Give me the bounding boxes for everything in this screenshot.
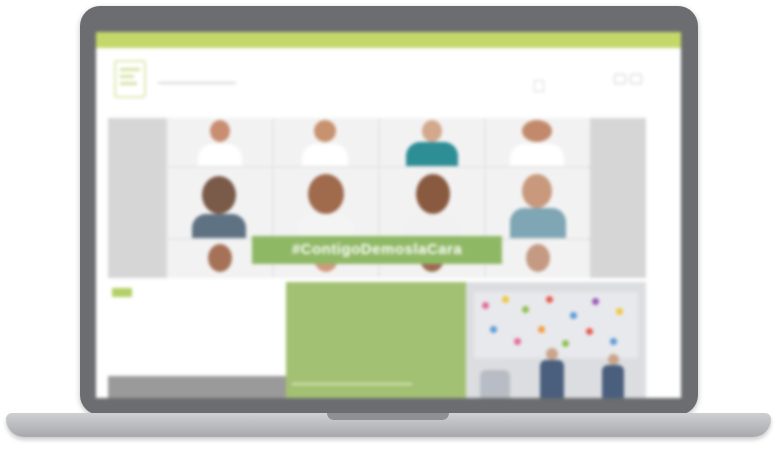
photo-dot — [616, 308, 623, 315]
portrait-photo — [486, 118, 590, 166]
photo-wall — [474, 292, 638, 358]
search-underline — [158, 82, 236, 84]
logo-mark — [120, 75, 134, 78]
portrait-body — [298, 214, 354, 238]
portrait-photo — [274, 118, 378, 166]
portrait-body — [302, 144, 348, 166]
hero-side-panel — [108, 118, 166, 278]
panel-footer[interactable] — [108, 376, 286, 398]
site-logo[interactable] — [114, 60, 146, 98]
person-figure — [608, 354, 619, 365]
portrait-head — [522, 120, 552, 142]
portrait-head — [522, 174, 552, 208]
portrait-body — [198, 144, 242, 166]
portrait-body — [406, 142, 458, 166]
portrait-head — [208, 244, 232, 272]
photo-dot — [490, 326, 497, 333]
portrait-photo — [486, 168, 590, 238]
logo-mark — [120, 82, 137, 85]
photo-dot — [592, 298, 599, 305]
portrait-photo — [380, 118, 484, 166]
portrait-body — [192, 214, 246, 238]
header-button-2[interactable] — [574, 80, 582, 90]
website-screen: #ContigoDemoslaCara — [96, 32, 681, 398]
portrait-photo — [380, 168, 484, 238]
hero-hashtag[interactable]: #ContigoDemoslaCara — [252, 236, 502, 264]
photo-dot — [570, 312, 577, 319]
photo-dot — [514, 338, 521, 345]
portrait-photo — [168, 168, 272, 238]
user-icon[interactable] — [614, 74, 626, 84]
person-figure — [540, 360, 564, 398]
portrait-head — [526, 244, 550, 272]
middle-feature-panel[interactable] — [286, 282, 466, 398]
portrait-photo — [168, 118, 272, 166]
left-feature-panel[interactable] — [108, 282, 286, 398]
cart-icon[interactable] — [630, 74, 642, 84]
person-figure — [546, 348, 558, 360]
photo-dot — [610, 338, 617, 345]
photo-dot — [522, 306, 529, 313]
portrait-head — [210, 120, 230, 142]
panel-caption-underline — [292, 383, 412, 385]
portrait-photo — [274, 168, 378, 238]
person-figure — [602, 365, 624, 398]
top-announcement-bar[interactable] — [96, 32, 681, 48]
photo-dot — [562, 340, 569, 347]
person-figure — [480, 370, 510, 398]
laptop-mockup: #ContigoDemoslaCara — [0, 0, 777, 459]
photo-dot — [546, 296, 553, 303]
portrait-head — [314, 120, 336, 142]
portrait-head — [416, 174, 450, 214]
portrait-body — [404, 214, 460, 238]
portrait-head — [202, 176, 236, 214]
laptop-notch — [327, 413, 449, 420]
photo-dot — [502, 296, 509, 303]
portrait-body — [510, 144, 564, 166]
logo-mark — [120, 68, 140, 71]
panel-tag — [112, 288, 132, 297]
header-button-1[interactable] — [534, 80, 544, 92]
right-feature-panel[interactable] — [466, 282, 646, 398]
portrait-body — [510, 208, 566, 238]
photo-dot — [538, 326, 545, 333]
site-header — [96, 48, 681, 118]
hero-side-panel — [588, 118, 646, 278]
photo-dot — [482, 302, 489, 309]
portrait-head — [422, 120, 442, 142]
portrait-head — [308, 174, 344, 214]
photo-dot — [586, 328, 593, 335]
